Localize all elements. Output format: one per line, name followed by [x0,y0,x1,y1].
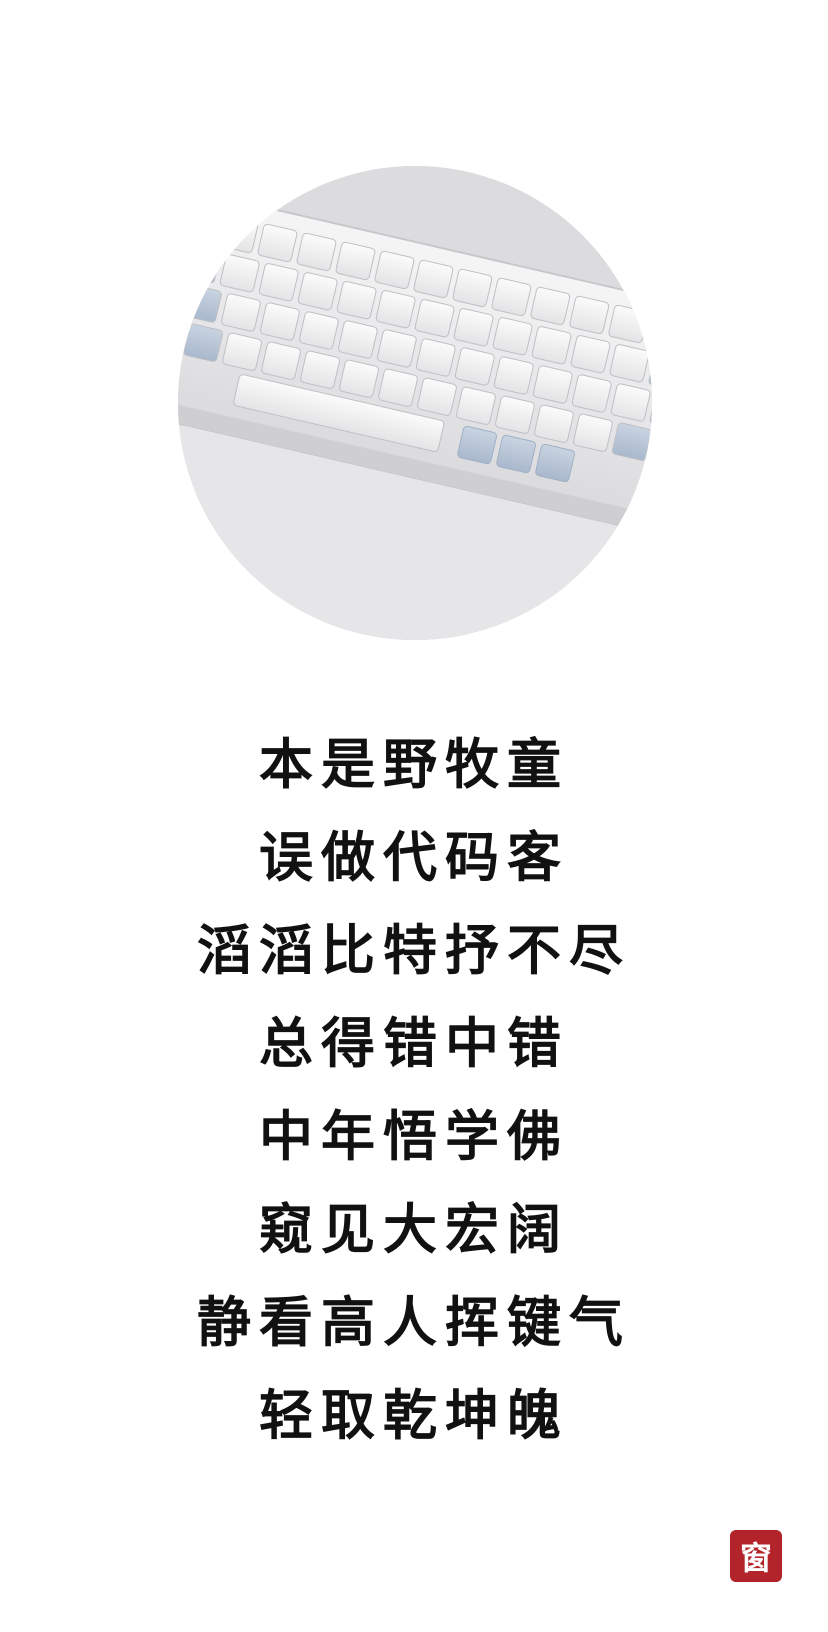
keycap [182,284,222,323]
keycap [180,245,221,284]
keycap [609,344,650,383]
poem-line: 窥见大宏阔 [259,1197,569,1261]
keycap [297,272,338,311]
keycap [415,338,456,377]
keycap [374,250,415,290]
keycap [261,341,301,380]
keycap [452,268,493,308]
modifier-key [535,443,575,483]
keycap [647,313,652,353]
keycap [495,395,535,434]
poem-line: 滔滔比特抒不尽 [197,918,631,982]
keycap [376,329,417,368]
keycap [335,241,376,281]
keycap [491,277,532,317]
keycap [534,404,574,443]
poem-line: 本是野牧童 [259,732,569,796]
keycap [336,281,377,320]
keycap [530,286,571,326]
modifier-key [457,425,497,465]
keyboard-photo [178,166,652,640]
poem-line: 误做代码客 [259,825,569,889]
keycap [179,205,220,245]
poem-line: 总得错中错 [259,1011,569,1075]
keycap [257,223,298,263]
keycap [222,332,262,371]
keycap [610,383,651,422]
keycap [298,311,339,350]
keycap [296,232,337,272]
modifier-key [496,434,536,474]
seal-stamp: 窗 [730,1530,782,1582]
keycap [492,317,533,356]
keycap [531,326,572,365]
keycap [339,359,379,398]
keycap [569,295,610,335]
keycap [571,374,612,413]
keycap [219,254,260,293]
keycap [218,214,259,254]
keycap [608,304,649,344]
keycap [414,299,455,338]
poem-line: 中年悟学佛 [259,1104,569,1168]
keycap [260,302,300,341]
keycap [532,365,573,404]
keycap [221,293,261,332]
keycap [300,350,340,389]
keycap [375,290,416,329]
keycap [417,377,457,416]
keyboard-illustration [178,166,652,640]
keycap [453,308,494,347]
keycap [572,413,613,452]
keycap [183,323,223,362]
poem: 本是野牧童 误做代码客 滔滔比特抒不尽 总得错中错 中年悟学佛 窥见大宏阔 静看… [0,718,828,1462]
keycap [454,347,495,386]
poem-line: 轻取乾坤魄 [259,1383,569,1447]
poem-line: 静看高人挥键气 [197,1290,631,1354]
keycap [337,320,378,359]
keycap [456,386,496,425]
keycap [570,335,611,374]
keycap [258,263,299,302]
keycap [611,422,652,461]
keycap [378,368,418,407]
keycap [493,356,534,395]
keycap [413,259,454,299]
